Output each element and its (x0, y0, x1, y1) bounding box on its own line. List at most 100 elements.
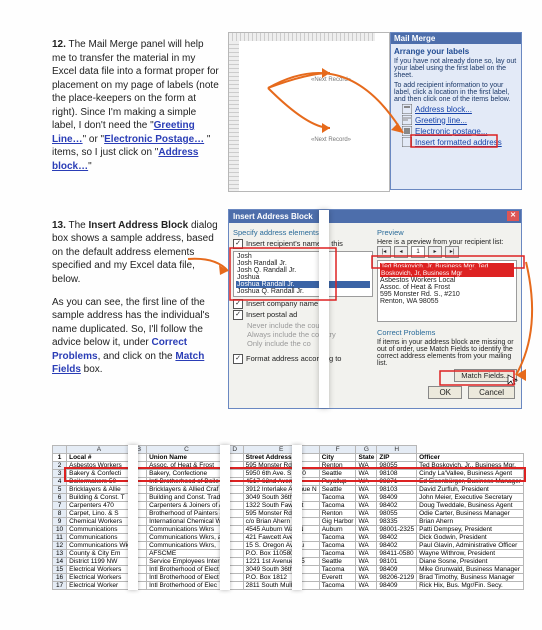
cell: 98206-2129 (377, 574, 417, 582)
cell: 3912 Interlake Avenue N (243, 486, 319, 494)
cell: Renton (319, 462, 356, 470)
cell: City (319, 454, 356, 462)
cell: Gig Harbor (319, 518, 356, 526)
table-row: 12Communications WkCommunications Wkrs,1… (53, 542, 524, 550)
cell: John Meier, Executive Secretary (417, 494, 524, 502)
cell (226, 574, 243, 582)
cell: 595 Monster Rd. S. (243, 462, 319, 470)
close-icon[interactable]: ✕ (507, 211, 519, 221)
nav-last-button[interactable]: ▸| (445, 246, 459, 258)
col-header: D (226, 446, 243, 454)
nav-first-button[interactable]: |◂ (377, 246, 391, 258)
cell (131, 510, 146, 518)
dialog-right-col: Preview Here is a preview from your reci… (377, 227, 517, 382)
chk-format-address[interactable]: ✓Format address according to (233, 354, 373, 364)
cell: Electrical Worker (67, 582, 132, 590)
cell: Asbestos Workers (67, 462, 132, 470)
col-header: B (131, 446, 146, 454)
chk-company-name[interactable]: ✓Insert company name (233, 299, 373, 309)
cell: 3049 South 36th, S (243, 566, 319, 574)
em-insert-address-block: Insert Address Block (89, 220, 189, 231)
cell (131, 518, 146, 526)
nav-prev-button[interactable]: ◂ (394, 246, 408, 258)
table-row: 5Bricklayers & AllieBricklayers & Allied… (53, 486, 524, 494)
table-row: 10CommunicationsCommunications Wkrs4545 … (53, 526, 524, 534)
cell: Tacoma (319, 502, 356, 510)
cell: Mike Grunwald, Business Manager (417, 566, 524, 574)
ruler-horizontal (229, 33, 375, 41)
row-number: 7 (53, 502, 67, 510)
row-number: 6 (53, 494, 67, 502)
chk-recipient-name[interactable]: ✓Insert recipient's name in this (233, 239, 373, 249)
cell: Carpet, Lino. & S (67, 510, 132, 518)
col-header: H (377, 446, 417, 454)
link-panel-greeting-line[interactable]: Greeting line... (402, 115, 518, 125)
cell: WA (356, 478, 377, 486)
cell (226, 462, 243, 470)
ok-button[interactable]: OK (428, 386, 462, 399)
row-number: 9 (53, 518, 67, 526)
cell (131, 502, 146, 510)
mail-merge-title: Mail Merge (391, 33, 521, 44)
cancel-button[interactable]: Cancel (468, 386, 515, 399)
preview-header: Preview (377, 228, 517, 237)
cell: Communications Wkrs, a (147, 534, 227, 542)
correct-problems-header: Correct Problems (377, 328, 517, 337)
cursor-icon (507, 374, 519, 386)
cell (131, 526, 146, 534)
cell (131, 478, 146, 486)
cell: 1221 1st Avenue, #5 (243, 558, 319, 566)
cell: Seattle (319, 558, 356, 566)
cell: Bakery, Confectione (147, 470, 227, 478)
cell (131, 550, 146, 558)
link-panel-address-block[interactable]: Address block... (402, 104, 518, 114)
row-number: 17 (53, 582, 67, 590)
cell (131, 574, 146, 582)
col-header: F (319, 446, 356, 454)
cell (131, 470, 146, 478)
cell: Building & Const. T (67, 494, 132, 502)
cell (131, 542, 146, 550)
cell: 98402 (377, 502, 417, 510)
name-format-listbox[interactable]: Josh Josh Randall Jr. Josh Q. Randall Jr… (233, 251, 373, 297)
cell: Ed Eisenbürger, Business Manager (417, 478, 524, 486)
cell (226, 534, 243, 542)
cell: Chemical Workers (67, 518, 132, 526)
mail-merge-subtitle: Arrange your labels (394, 47, 518, 56)
nav-next-button[interactable]: ▸ (428, 246, 442, 258)
opt-only: Only include the co (247, 339, 373, 348)
cell (131, 486, 146, 494)
cell (226, 526, 243, 534)
ruler-vertical (229, 41, 239, 191)
link-panel-insert-formatted[interactable]: Insert formatted address (402, 137, 518, 147)
preview-box: Ted Boskovich, Jr, Business Mgr, Ted Bos… (377, 260, 517, 322)
cell: Service Employees Intern (147, 558, 227, 566)
preview-highlight: Ted Boskovich, Jr, Business Mgr, Ted Bos… (380, 263, 514, 277)
row-number: 13 (53, 550, 67, 558)
sec12-number: 12. (52, 39, 66, 50)
dialog-left-col: Specify address elements ✓Insert recipie… (233, 227, 373, 382)
table-row: 13County & City EmAFSCMEP.O. Box 110580T… (53, 550, 524, 558)
cell: 98402 (377, 542, 417, 550)
cell: Bakery & Confecti (67, 470, 132, 478)
cell: 595 Monster Rd. S (243, 510, 319, 518)
cell: Paul Glavin, Administrative Officer (417, 542, 524, 550)
row-number: 2 (53, 462, 67, 470)
cell: WA (356, 534, 377, 542)
cell: Local # (67, 454, 132, 462)
cell: 98409 (377, 494, 417, 502)
cell: WA (356, 542, 377, 550)
chk-postal-address[interactable]: ✓Insert postal ad (233, 310, 373, 320)
cell: Building and Const. Trad (147, 494, 227, 502)
cell (226, 558, 243, 566)
cell: P.O. Box 110580 (243, 550, 319, 558)
cell (226, 518, 243, 526)
cell: 3049 South 36th, S (243, 494, 319, 502)
cell: Officer (417, 454, 524, 462)
table-row: 7Carpenters 470Carpenters & Joiners of A… (53, 502, 524, 510)
placeholder-2: «Next Record» (311, 137, 351, 143)
cell: 1322 South Fawcett (243, 502, 319, 510)
table-row: 14District 1199 NWService Employees Inte… (53, 558, 524, 566)
link-panel-electronic-postage[interactable]: Electronic postage... (402, 126, 518, 136)
cell: Intl Brotherhood of Elect (147, 574, 227, 582)
